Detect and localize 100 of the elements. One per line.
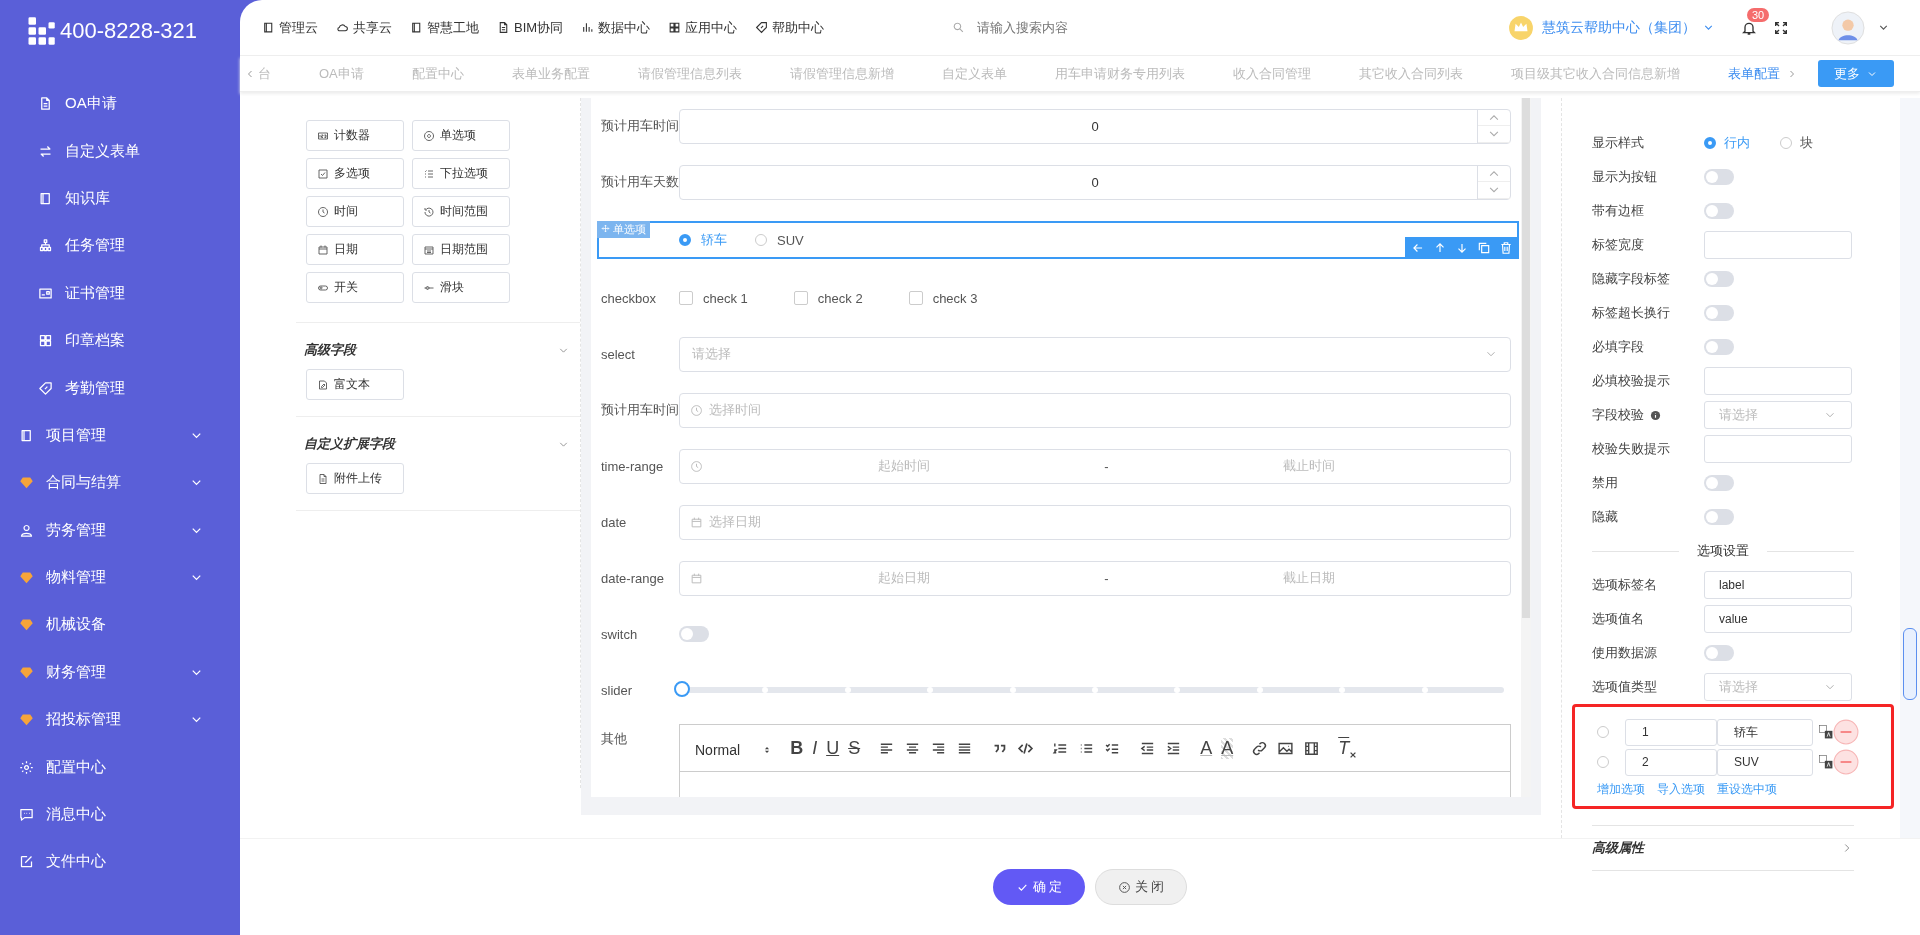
- toggle-switch[interactable]: [1704, 169, 1734, 185]
- sidebar-item[interactable]: 知识库: [0, 174, 240, 223]
- translate-icon[interactable]: [1819, 755, 1833, 769]
- option-label-field[interactable]: 轿车: [1717, 718, 1813, 746]
- radio-option[interactable]: SUV: [755, 232, 804, 248]
- sidebar-item[interactable]: 招投标管理: [0, 696, 240, 744]
- sidebar-item[interactable]: 机械设备: [0, 601, 240, 649]
- toggle-switch[interactable]: [679, 626, 709, 642]
- nav-link[interactable]: 管理云: [262, 18, 318, 37]
- sidebar-item[interactable]: OA申请: [0, 80, 240, 128]
- toggle-switch[interactable]: [1704, 645, 1734, 661]
- confirm-button[interactable]: 确 定: [993, 869, 1085, 905]
- number-input[interactable]: 0: [679, 108, 1511, 144]
- component-button[interactable]: 富文本: [306, 369, 404, 400]
- collapse-header[interactable]: 高级属性: [1592, 825, 1854, 871]
- toggle-switch[interactable]: [1704, 305, 1734, 321]
- property-label: 显示样式: [1592, 134, 1644, 152]
- nav-link[interactable]: 共享云: [336, 18, 392, 37]
- range-picker[interactable]: 起始时间 - 截止时间: [679, 448, 1511, 484]
- sidebar-item[interactable]: 自定义表单: [0, 127, 240, 175]
- range-picker[interactable]: 起始日期 - 截止日期: [679, 560, 1511, 596]
- close-button[interactable]: 关 闭: [1095, 869, 1187, 905]
- component-button[interactable]: 日期: [306, 234, 404, 265]
- toggle-switch[interactable]: [1704, 509, 1734, 525]
- option-label-field[interactable]: SUV: [1717, 748, 1813, 776]
- format-button[interactable]: U: [826, 737, 840, 759]
- heading-select[interactable]: Normal: [695, 738, 773, 758]
- property-label: 必填字段: [1592, 338, 1644, 356]
- page-scrollbar[interactable]: [1900, 98, 1920, 838]
- text-field[interactable]: [1704, 367, 1852, 395]
- grid-icon: [38, 333, 53, 349]
- nav-link[interactable]: 应用中心: [668, 18, 738, 37]
- toggle-switch[interactable]: [1704, 271, 1734, 287]
- radio-option[interactable]: 块: [1780, 134, 1813, 152]
- component-button[interactable]: 滑块: [412, 272, 510, 303]
- component-button[interactable]: 时间范围: [412, 196, 510, 227]
- format-button[interactable]: S: [848, 737, 861, 759]
- component-button[interactable]: 附件上传: [306, 463, 404, 494]
- toggle-switch[interactable]: [1704, 475, 1734, 491]
- slider-thumb[interactable]: [674, 681, 690, 697]
- avatar[interactable]: [1831, 10, 1865, 45]
- component-button[interactable]: 开关: [306, 272, 404, 303]
- company-selector[interactable]: 慧筑云帮助中心（集团）: [1542, 18, 1696, 37]
- grid-icon: [668, 21, 682, 34]
- sidebar-item[interactable]: 配置中心: [0, 743, 240, 791]
- translate-icon[interactable]: [1819, 725, 1833, 739]
- sidebar-item[interactable]: 消息中心: [0, 790, 240, 839]
- sidebar-item[interactable]: 考勤管理: [0, 364, 240, 412]
- gem-icon: [19, 712, 34, 728]
- sidebar-item[interactable]: 物料管理: [0, 553, 240, 602]
- text-field[interactable]: [1704, 231, 1852, 259]
- field-label: date-range: [601, 570, 665, 586]
- number-input[interactable]: 0: [679, 164, 1511, 200]
- copy-icon[interactable]: [1477, 241, 1491, 255]
- link-icon[interactable]: [1251, 739, 1269, 757]
- fullscreen-icon[interactable]: [1773, 19, 1789, 36]
- scrollbar[interactable]: [1521, 98, 1531, 797]
- info-icon[interactable]: [1650, 409, 1661, 421]
- sidebar-item[interactable]: 证书管理: [0, 269, 240, 317]
- sidebar-item[interactable]: 合同与结算: [0, 459, 240, 507]
- delete-icon[interactable]: [1499, 241, 1513, 255]
- component-button[interactable]: 日期范围: [412, 234, 510, 265]
- sidebar-item[interactable]: 劳务管理: [0, 506, 240, 554]
- text-field[interactable]: label: [1704, 571, 1852, 599]
- format-button[interactable]: I: [812, 737, 818, 759]
- sidebar-item[interactable]: 印章档案: [0, 316, 240, 365]
- rich-text-editor[interactable]: Normal B I U S A A T: [679, 724, 1511, 797]
- toggle-switch[interactable]: [1704, 203, 1734, 219]
- nav-link[interactable]: BIM协同: [497, 18, 564, 37]
- color-button[interactable]: A: [1200, 737, 1213, 759]
- text-field[interactable]: [1704, 435, 1852, 463]
- nav-link[interactable]: 帮助中心: [755, 18, 825, 37]
- component-button[interactable]: 计数器: [306, 120, 404, 151]
- option-value-field[interactable]: 2: [1625, 748, 1717, 776]
- component-button[interactable]: 时间: [306, 196, 404, 227]
- component-button[interactable]: 单选项: [412, 120, 510, 151]
- toggle-switch[interactable]: [1704, 339, 1734, 355]
- left-arrow-icon[interactable]: [1411, 241, 1425, 255]
- sidebar-item[interactable]: 财务管理: [0, 648, 240, 697]
- clear-format-button[interactable]: T: [1338, 737, 1358, 759]
- component-button[interactable]: 多选项: [306, 158, 404, 189]
- color-button[interactable]: A: [1221, 737, 1234, 759]
- clock-icon: [317, 205, 329, 218]
- component-button[interactable]: 下拉选项: [412, 158, 510, 189]
- radio-button[interactable]: [1597, 726, 1609, 738]
- radio-button[interactable]: [1597, 756, 1609, 768]
- checkbox-option[interactable]: check 2: [793, 290, 863, 306]
- option-value-field[interactable]: 1: [1625, 718, 1717, 746]
- sidebar-item[interactable]: 项目管理: [0, 411, 240, 460]
- tab[interactable]: 表单配置: [1703, 64, 1786, 83]
- sidebar-item[interactable]: 任务管理: [0, 222, 240, 270]
- checkbox-option[interactable]: check 3: [908, 290, 978, 306]
- checkbox-option[interactable]: check 1: [679, 290, 748, 306]
- sidebar-item[interactable]: 文件中心: [0, 838, 240, 886]
- nav-link[interactable]: 数据中心: [581, 18, 651, 37]
- film-icon[interactable]: [1303, 739, 1321, 757]
- format-button[interactable]: B: [790, 737, 804, 759]
- nav-link[interactable]: 智慧工地: [410, 18, 479, 37]
- text-field[interactable]: value: [1704, 605, 1852, 633]
- panel-icon: [262, 21, 275, 34]
